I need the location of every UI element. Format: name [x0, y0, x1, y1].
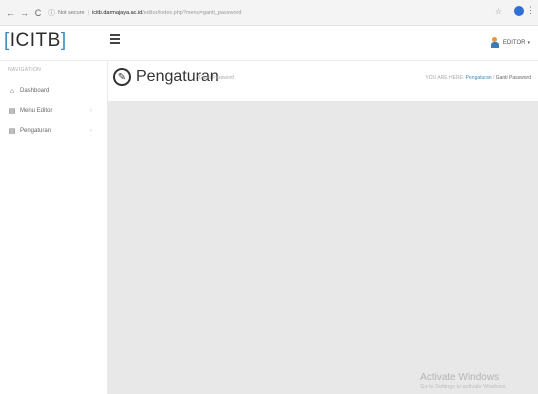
forward-icon[interactable]: →	[20, 8, 29, 18]
breadcrumb-separator: /	[492, 75, 495, 81]
breadcrumb-current: Ganti Password	[495, 75, 531, 81]
chevron-left-icon: ‹	[90, 108, 92, 114]
content-header: ✎ Pengaturan / Ganti Password YOU ARE HE…	[108, 61, 538, 101]
reload-icon[interactable]: C	[34, 8, 42, 18]
info-icon[interactable]: ⓘ	[48, 8, 55, 18]
breadcrumb-prefix: YOU ARE HERE:	[425, 75, 465, 81]
breadcrumb-link-pengaturan[interactable]: Pengaturan	[466, 75, 492, 81]
sidebar-item-label: Menu Editor	[20, 108, 53, 114]
document-icon: ▤	[8, 128, 16, 135]
sidebar-item-dashboard[interactable]: ⌂ Dashboard	[8, 85, 100, 97]
address-separator: |	[87, 10, 90, 16]
user-avatar-icon	[490, 37, 499, 48]
windows-activation-watermark: Activate Windows Go to Settings to activ…	[420, 372, 507, 390]
address-bar[interactable]: ⓘ Not secure | icitb.darmajaya.ac.id /ed…	[48, 6, 288, 20]
page-subtitle: / Ganti Password	[196, 75, 235, 81]
watermark-subtitle: Go to Settings to activate Windows.	[420, 384, 507, 390]
back-icon[interactable]: ←	[6, 8, 15, 18]
document-icon: ▤	[8, 108, 16, 115]
sidebar-item-pengaturan[interactable]: ▤ Pengaturan ‹	[8, 125, 100, 137]
sidebar-heading: NAVIGATION	[8, 67, 42, 73]
chevron-left-icon: ‹	[90, 128, 92, 134]
sidebar-item-menu-editor[interactable]: ▤ Menu Editor ‹	[8, 105, 100, 117]
user-label: EDITOR	[502, 39, 526, 46]
chevron-down-icon: ▾	[527, 39, 530, 46]
app-header: [ICITB] EDITOR ▾	[0, 26, 538, 61]
extension-icon[interactable]	[514, 6, 524, 16]
browser-toolbar: ← → C ⓘ Not secure | icitb.darmajaya.ac.…	[0, 0, 538, 26]
sidebar-item-label: Pengaturan	[20, 128, 52, 134]
browser-menu-icon[interactable]: ⋮	[526, 5, 535, 16]
pencil-icon: ✎	[113, 68, 131, 86]
watermark-title: Activate Windows	[420, 372, 500, 383]
sidebar-item-label: Dashboard	[20, 88, 50, 94]
site-logo[interactable]: [ICITB]	[4, 30, 67, 52]
logo-bracket-right: ]	[60, 30, 67, 51]
sidebar: NAVIGATION ⌂ Dashboard ▤ Menu Editor ‹ ▤…	[0, 61, 108, 394]
url-domain: icitb.darmajaya.ac.id	[92, 10, 143, 16]
sidebar-toggle-icon[interactable]	[110, 34, 120, 46]
breadcrumb: YOU ARE HERE: Pengaturan / Ganti Passwor…	[425, 75, 531, 81]
user-menu[interactable]: EDITOR ▾	[490, 37, 530, 48]
content-area: Activate Windows Go to Settings to activ…	[108, 101, 538, 394]
logo-text: ICITB	[9, 30, 61, 51]
dashboard-icon: ⌂	[9, 87, 15, 95]
url-path: /editor/index.php?menu=ganti_password	[142, 10, 242, 16]
security-label: Not secure	[58, 10, 85, 16]
bookmark-star-icon[interactable]: ☆	[495, 7, 502, 16]
